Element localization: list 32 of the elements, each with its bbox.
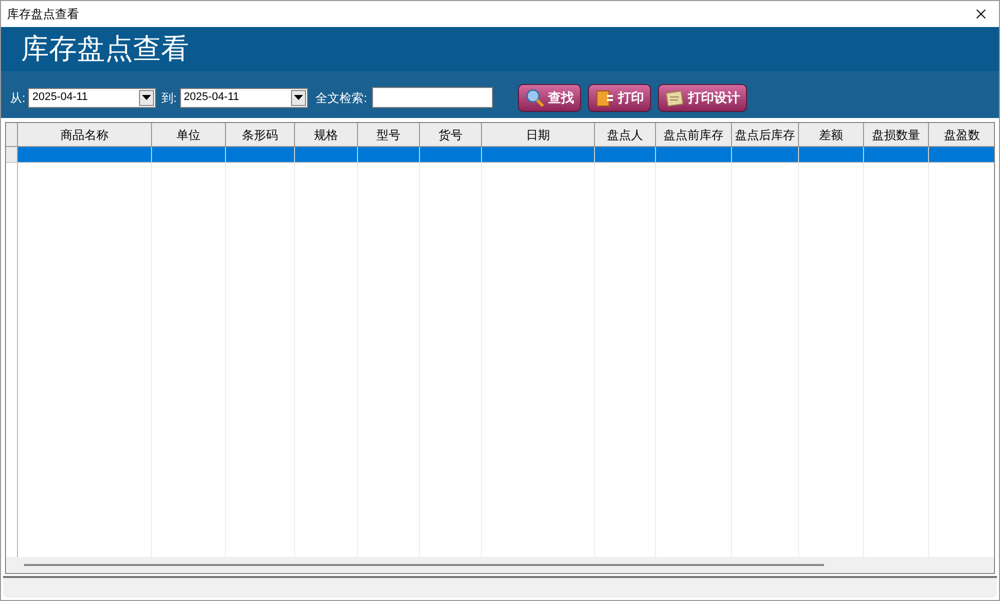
- column-header[interactable]: 差额: [799, 123, 864, 146]
- dropdown-caret-icon[interactable]: [139, 90, 154, 106]
- paper-icon: [665, 88, 686, 108]
- search-field[interactable]: [372, 87, 494, 108]
- toolbar-button[interactable]: 查找: [518, 84, 582, 112]
- page-title: 库存盘点查看: [21, 31, 189, 67]
- column-header[interactable]: 型号: [358, 123, 420, 146]
- magnifier-icon: [525, 88, 546, 108]
- scrollbar-thumb[interactable]: [24, 564, 824, 566]
- column-header[interactable]: 盘点后库存: [732, 123, 799, 146]
- column-header[interactable]: 单位: [152, 123, 226, 146]
- column-header[interactable]: 货号: [420, 123, 482, 146]
- window-title: 库存盘点查看: [7, 6, 79, 23]
- column-header[interactable]: 商品名称: [18, 123, 152, 146]
- column-header[interactable]: 盘盈数: [929, 123, 994, 146]
- toolbar-button[interactable]: 打印: [588, 84, 652, 112]
- to-label: 到:: [161, 90, 177, 106]
- table-row[interactable]: [6, 147, 994, 163]
- horizontal-scrollbar[interactable]: [6, 557, 994, 573]
- from-date-field[interactable]: 2025-04-11: [28, 88, 156, 108]
- column-header[interactable]: 条形码: [226, 123, 295, 146]
- column-header[interactable]: 日期: [482, 123, 595, 146]
- to-date-field[interactable]: 2025-04-11: [180, 88, 308, 108]
- column-header[interactable]: 盘点人: [595, 123, 656, 146]
- toolbar-button[interactable]: 打印设计: [658, 84, 748, 112]
- dropdown-caret-icon[interactable]: [290, 90, 306, 106]
- column-header[interactable]: 盘损数量: [864, 123, 929, 146]
- printer-icon: [595, 88, 616, 108]
- column-header[interactable]: 规格: [295, 123, 358, 146]
- from-label: 从:: [10, 90, 26, 106]
- search-label: 全文检索:: [316, 90, 368, 106]
- column-header[interactable]: 盘点前库存: [656, 123, 732, 146]
